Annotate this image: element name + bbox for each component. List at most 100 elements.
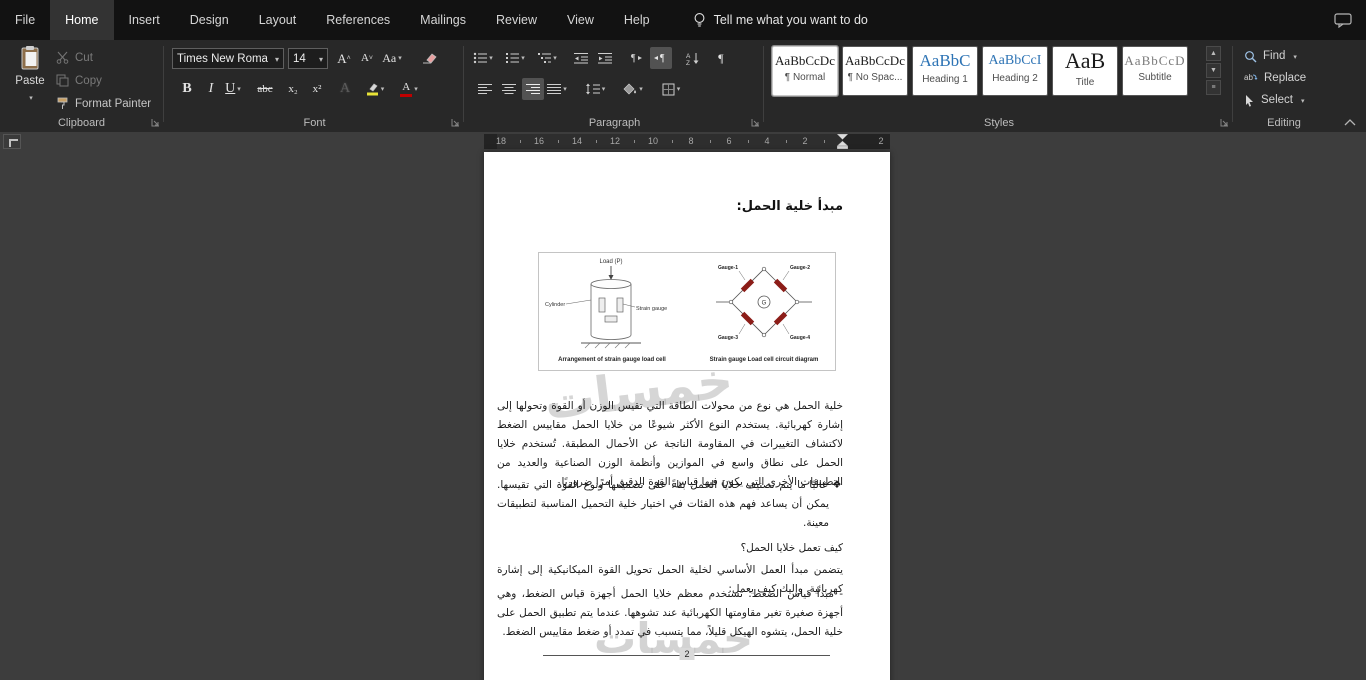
increase-indent-button[interactable] xyxy=(594,47,616,69)
font-size-combo[interactable]: 14 xyxy=(288,48,328,69)
multilevel-list-button[interactable] xyxy=(536,47,558,69)
style-subtitle[interactable]: AaBbCcD Subtitle xyxy=(1122,46,1188,96)
tab-design[interactable]: Design xyxy=(175,0,244,40)
line-spacing-button[interactable] xyxy=(584,78,606,100)
bullets-button[interactable] xyxy=(472,47,494,69)
font-color-button[interactable]: A xyxy=(398,78,420,100)
comment-icon[interactable] xyxy=(1334,12,1352,28)
style-no-spacing-label: ¶ No Spac... xyxy=(847,71,903,83)
paste-dropdown-arrow[interactable] xyxy=(27,91,33,103)
find-button[interactable]: Find xyxy=(1244,46,1297,66)
document-title[interactable]: مبدأ خلية الحمل: xyxy=(497,199,843,214)
svg-text:Strain gauge: Strain gauge xyxy=(636,306,667,312)
ribbon: Paste Cut Copy Format Painter Clipboard xyxy=(0,40,1366,132)
replace-button[interactable]: ab Replace xyxy=(1244,68,1306,88)
tab-mailings[interactable]: Mailings xyxy=(405,0,481,40)
tab-review[interactable]: Review xyxy=(481,0,552,40)
style-no-spacing[interactable]: AaBbCcDc ¶ No Spac... xyxy=(842,46,908,96)
align-right-icon xyxy=(526,83,540,95)
document-canvas: 18 16 14 12 10 8 6 4 2 2 خمسات خمسات مبد… xyxy=(0,132,1366,680)
clipboard-dialog-launcher-icon[interactable] xyxy=(151,118,160,127)
tell-me-search[interactable]: Tell me what you want to do xyxy=(693,0,868,40)
justify-button[interactable] xyxy=(546,78,568,100)
tab-layout[interactable]: Layout xyxy=(244,0,312,40)
tab-file[interactable]: File xyxy=(0,0,50,40)
align-center-button[interactable] xyxy=(498,78,520,100)
style-normal[interactable]: AaBbCcDc ¶ Normal xyxy=(771,45,839,97)
borders-button[interactable] xyxy=(660,78,682,100)
diamond-bullet: ❖ xyxy=(832,479,843,491)
decrease-indent-button[interactable] xyxy=(570,47,592,69)
text-effects-button[interactable]: A xyxy=(334,78,356,100)
replace-icon: ab xyxy=(1244,72,1258,84)
styles-dialog-launcher-icon[interactable] xyxy=(1220,118,1229,127)
copy-button[interactable]: Copy xyxy=(56,69,151,92)
style-normal-preview: AaBbCcDc xyxy=(775,53,835,68)
classification-bullet-paragraph[interactable]: ❖ غالبًا ما يتم تصنيف خلايا الحمل بناءً … xyxy=(497,476,843,533)
change-case-button[interactable]: Aa xyxy=(381,47,403,69)
select-button[interactable]: Select xyxy=(1244,90,1304,110)
font-dialog-launcher-icon[interactable] xyxy=(451,118,460,127)
style-title-preview: AaB xyxy=(1064,48,1106,73)
shrink-font-button[interactable]: A ˅ xyxy=(356,47,378,69)
cut-button[interactable]: Cut xyxy=(56,46,151,69)
bold-button[interactable]: B xyxy=(176,78,198,100)
underline-button[interactable]: U xyxy=(222,78,244,100)
indent-marker[interactable] xyxy=(837,134,848,149)
tab-home[interactable]: Home xyxy=(50,0,114,40)
strain-principle-paragraph[interactable]: - مبدأ قياس الضغط: تستخدم معظم خلايا الح… xyxy=(497,585,843,642)
format-painter-button[interactable]: Format Painter xyxy=(56,92,151,115)
format-painter-label: Format Painter xyxy=(75,97,152,110)
styles-scroll-down-button[interactable]: ▼ xyxy=(1206,63,1221,78)
ruler-number: 16 xyxy=(533,136,544,146)
line-spacing-icon xyxy=(585,83,600,95)
italic-button[interactable]: I xyxy=(200,78,222,100)
group-paragraph: ¶ ¶ AZ ¶ xyxy=(466,40,763,132)
shading-button[interactable] xyxy=(622,78,644,100)
style-heading1[interactable]: AaBbC Heading 1 xyxy=(912,46,978,96)
align-right-button[interactable] xyxy=(522,78,544,100)
borders-icon xyxy=(662,83,675,96)
how-heading[interactable]: كيف تعمل خلايا الحمل؟ xyxy=(497,539,843,558)
tab-references[interactable]: References xyxy=(311,0,405,40)
svg-text:¶: ¶ xyxy=(660,53,665,64)
tab-view[interactable]: View xyxy=(552,0,609,40)
sort-button[interactable]: AZ xyxy=(682,47,704,69)
style-heading2[interactable]: AaBbCcI Heading 2 xyxy=(982,46,1048,96)
svg-text:Gauge-2: Gauge-2 xyxy=(790,265,810,271)
strikethrough-button[interactable]: abc xyxy=(254,78,276,100)
subscript-button[interactable]: x₂ xyxy=(282,78,304,100)
style-title[interactable]: AaB Title xyxy=(1052,46,1118,96)
horizontal-ruler[interactable]: 18 16 14 12 10 8 6 4 2 2 xyxy=(484,134,890,149)
styles-gallery-more-button[interactable]: ≡ xyxy=(1206,80,1221,95)
tab-selector[interactable] xyxy=(3,134,21,149)
clear-formatting-button[interactable] xyxy=(418,47,440,69)
style-heading1-label: Heading 1 xyxy=(922,74,968,86)
copy-icon xyxy=(56,74,69,87)
svg-text:¶: ¶ xyxy=(631,53,636,64)
ruler-number: 4 xyxy=(764,136,770,146)
grow-font-button[interactable]: A ˄ xyxy=(333,47,355,69)
style-heading1-preview: AaBbC xyxy=(919,51,971,70)
style-normal-label: ¶ Normal xyxy=(784,71,826,83)
styles-scroll-up-button[interactable]: ▲ xyxy=(1206,46,1221,61)
tab-help[interactable]: Help xyxy=(609,0,665,40)
collapse-ribbon-button[interactable] xyxy=(1344,119,1356,126)
ruler-number: 12 xyxy=(609,136,620,146)
font-name-combo[interactable]: Times New Roma xyxy=(172,48,284,69)
numbering-button[interactable] xyxy=(504,47,526,69)
align-left-button[interactable] xyxy=(474,78,496,100)
superscript-button[interactable]: x² xyxy=(306,78,328,100)
document-page[interactable]: خمسات خمسات مبدأ خلية الحمل: Load (P) Cy… xyxy=(484,152,890,680)
tab-insert[interactable]: Insert xyxy=(114,0,175,40)
page-number[interactable]: 2 xyxy=(679,648,695,660)
load-cell-figure[interactable]: Load (P) Cylinder Strain gauge Arrangeme… xyxy=(538,252,836,371)
rtl-direction-button[interactable]: ¶ xyxy=(650,47,672,69)
svg-text:Strain gauge Load cell circuit: Strain gauge Load cell circuit diagram xyxy=(710,357,819,363)
paste-button[interactable]: Paste xyxy=(8,45,52,127)
show-paragraph-marks-button[interactable]: ¶ xyxy=(710,47,732,69)
highlight-color-button[interactable] xyxy=(364,78,386,100)
svg-text:Gauge-3: Gauge-3 xyxy=(718,335,738,341)
paragraph-dialog-launcher-icon[interactable] xyxy=(751,118,760,127)
ltr-direction-button[interactable]: ¶ xyxy=(624,47,646,69)
